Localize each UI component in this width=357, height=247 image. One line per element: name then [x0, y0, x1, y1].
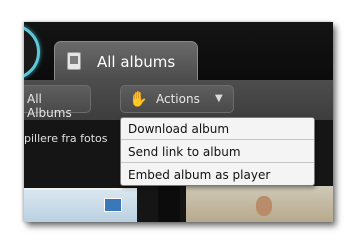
top-bar: All albums: [24, 22, 333, 81]
album-description: pillere fra fotos: [24, 132, 108, 145]
photo-sign: [104, 198, 122, 212]
tab-label: All albums: [97, 53, 176, 71]
all-albums-button[interactable]: All Albums: [24, 85, 91, 120]
actions-label: Actions: [156, 92, 200, 106]
actions-button[interactable]: ✋ Actions ▼: [120, 85, 234, 113]
menu-item-download-album[interactable]: Download album: [121, 118, 314, 140]
album-icon: [67, 52, 81, 70]
hand-icon: ✋: [129, 90, 148, 108]
all-albums-label: All Albums: [27, 92, 72, 120]
photo-person: [256, 196, 272, 216]
divider: [158, 186, 180, 222]
menu-item-send-link[interactable]: Send link to album: [121, 141, 314, 163]
tab-all-albums[interactable]: All albums: [54, 41, 198, 81]
toolbar: All Albums ✋ Actions ▼: [24, 80, 333, 120]
logo[interactable]: [24, 24, 40, 80]
album-photo-thumbnail[interactable]: [186, 186, 333, 222]
actions-dropdown-menu: Download album Send link to album Embed …: [120, 117, 315, 186]
chevron-down-icon: ▼: [215, 93, 223, 104]
menu-item-embed-album[interactable]: Embed album as player: [121, 164, 314, 186]
album-photo-thumbnail[interactable]: [24, 188, 137, 222]
